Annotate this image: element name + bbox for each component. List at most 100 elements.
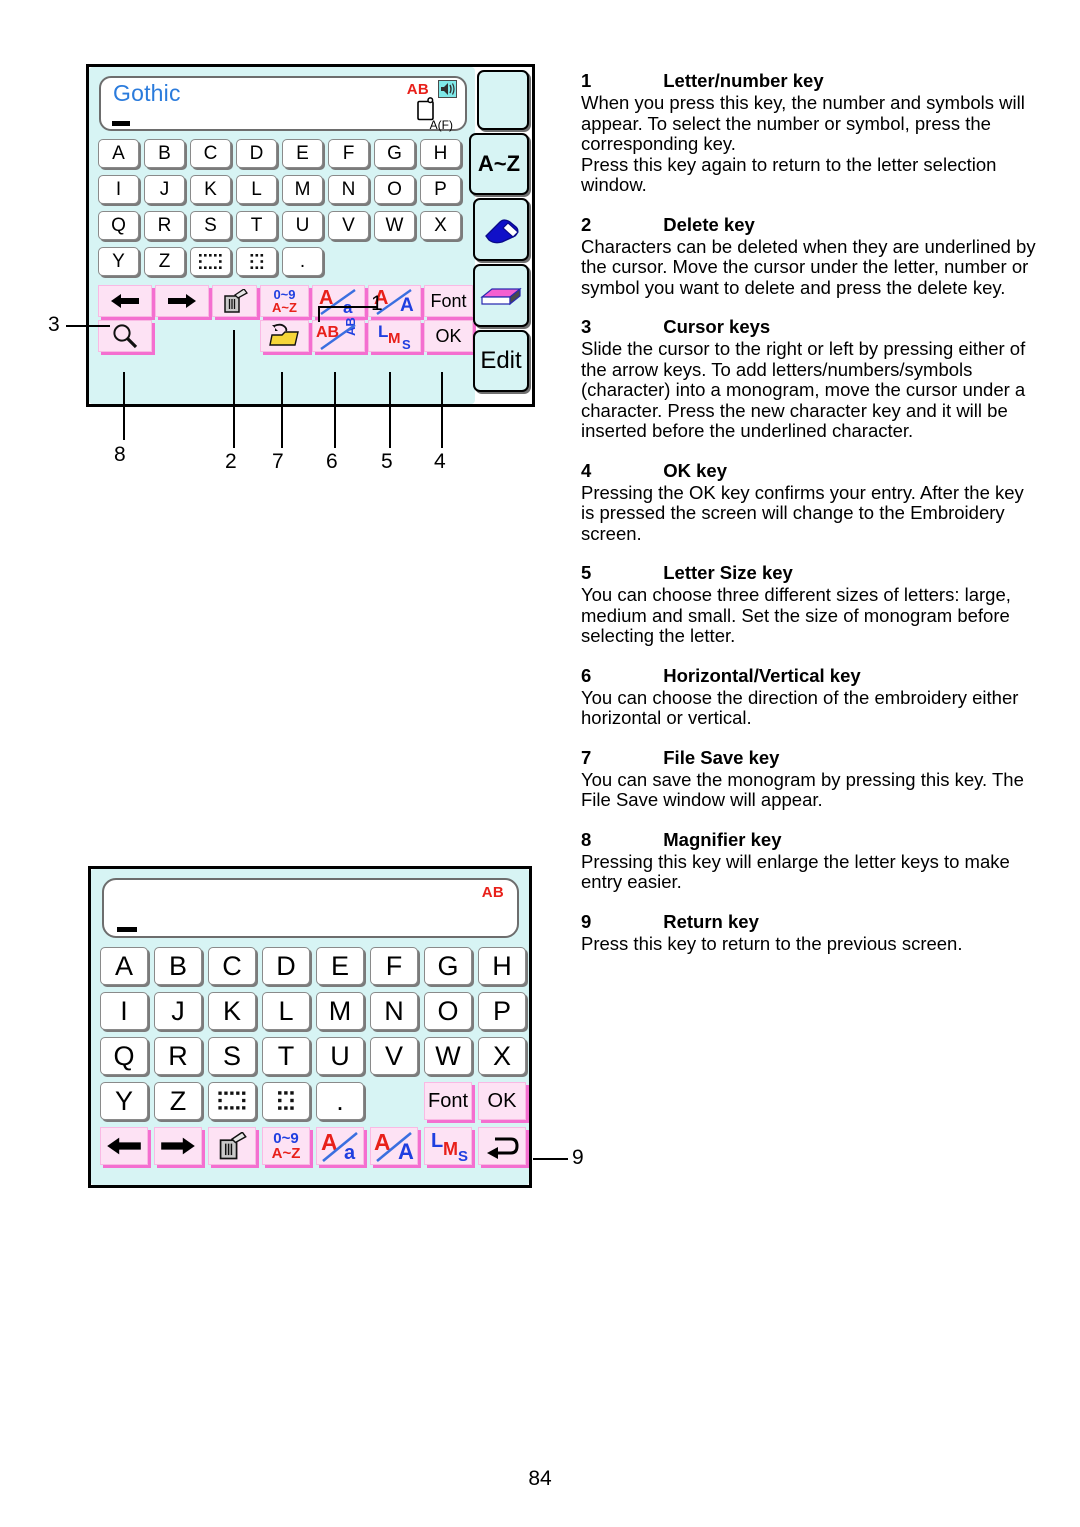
letter-key-G[interactable]: G <box>374 139 415 168</box>
size-medium-label: M <box>388 330 401 347</box>
letter-key-W[interactable]: W <box>374 211 415 240</box>
letter-key-Y[interactable]: Y <box>100 1082 148 1120</box>
letter-key-V[interactable]: V <box>370 1037 418 1075</box>
period-key[interactable]: . <box>316 1082 364 1120</box>
letter-key-A[interactable]: A <box>98 139 139 168</box>
letter-key-A[interactable]: A <box>100 947 148 985</box>
letter-key-H[interactable]: H <box>478 947 526 985</box>
letter-size-key[interactable]: L M S <box>424 1127 472 1165</box>
letter-number-key[interactable]: 0~9 A~Z <box>260 285 309 317</box>
tab-blank[interactable] <box>477 70 529 130</box>
letter-key-S[interactable]: S <box>190 211 231 240</box>
letter-key-U[interactable]: U <box>316 1037 364 1075</box>
space-wide-key[interactable] <box>190 247 231 276</box>
letter-key-B[interactable]: B <box>154 947 202 985</box>
cursor-left-key[interactable] <box>100 1127 148 1165</box>
font-key[interactable]: Font <box>424 285 473 317</box>
space-narrow-key[interactable] <box>236 247 277 276</box>
description-item-4: 4 OK key Pressing the OK key confirms yo… <box>581 460 1036 545</box>
page-number: 84 <box>528 1467 552 1490</box>
letter-key-P[interactable]: P <box>420 175 461 204</box>
letter-key-Z[interactable]: Z <box>144 247 185 276</box>
space-wide-key[interactable] <box>208 1082 256 1120</box>
description-num-4: 4 <box>581 459 592 481</box>
cursor-right-key[interactable] <box>154 1127 202 1165</box>
letter-key-T[interactable]: T <box>262 1037 310 1075</box>
letter-key-K[interactable]: K <box>190 175 231 204</box>
letter-key-Q[interactable]: Q <box>98 211 139 240</box>
letter-key-O[interactable]: O <box>424 992 472 1030</box>
description-num-8: 8 <box>581 828 592 850</box>
file-save-key[interactable] <box>260 320 309 352</box>
period-key[interactable]: . <box>282 247 323 276</box>
upper-lower-case-key[interactable]: A a <box>316 1127 364 1165</box>
letter-key-Z[interactable]: Z <box>154 1082 202 1120</box>
letter-key-O[interactable]: O <box>374 175 415 204</box>
letter-key-I[interactable]: I <box>98 175 139 204</box>
letter-key-B[interactable]: B <box>144 139 185 168</box>
letter-key-T[interactable]: T <box>236 211 277 240</box>
letter-key-Y[interactable]: Y <box>98 247 139 276</box>
return-key[interactable] <box>478 1127 526 1165</box>
arrow-right-icon <box>161 1137 195 1155</box>
letter-key-X[interactable]: X <box>420 211 461 240</box>
tab-eraser-blue[interactable] <box>473 198 529 261</box>
description-title-6: 6 Horizontal/Vertical key <box>581 665 1036 687</box>
letter-key-F[interactable]: F <box>370 947 418 985</box>
size-small-label: S <box>402 337 411 352</box>
letter-key-J[interactable]: J <box>144 175 185 204</box>
letter-key-R[interactable]: R <box>154 1037 202 1075</box>
callout-line-7 <box>281 372 283 448</box>
letter-key-E[interactable]: E <box>316 947 364 985</box>
letter-key-I[interactable]: I <box>100 992 148 1030</box>
delete-key[interactable] <box>212 285 257 317</box>
description-heading-1: Letter/number key <box>663 70 824 91</box>
letter-key-V[interactable]: V <box>328 211 369 240</box>
font-key[interactable]: Font <box>424 1082 472 1120</box>
letter-key-C[interactable]: C <box>190 139 231 168</box>
letter-key-G[interactable]: G <box>424 947 472 985</box>
space-narrow-key[interactable] <box>262 1082 310 1120</box>
tab-a-to-z[interactable]: A~Z <box>469 133 529 195</box>
letter-key-W[interactable]: W <box>424 1037 472 1075</box>
letter-key-C[interactable]: C <box>208 947 256 985</box>
delete-key[interactable] <box>208 1127 256 1165</box>
ab-ab-key[interactable]: AB AB <box>312 317 365 352</box>
letter-key-M[interactable]: M <box>282 175 323 204</box>
letter-key-H[interactable]: H <box>420 139 461 168</box>
letter-number-key[interactable]: 0~9 A~Z <box>262 1127 310 1165</box>
letter-size-glyph: L M S <box>369 321 420 352</box>
callout-number-2: 2 <box>225 450 237 473</box>
letter-key-N[interactable]: N <box>370 992 418 1030</box>
arrow-left-icon <box>107 1137 141 1155</box>
letter-key-D[interactable]: D <box>262 947 310 985</box>
letter-size-key[interactable]: L M S <box>368 320 421 352</box>
lower-ab-indicator: AB <box>481 884 504 901</box>
cursor-right-key[interactable] <box>155 285 209 317</box>
ok-key[interactable]: OK <box>478 1082 526 1120</box>
description-title-4: 4 OK key <box>581 460 1036 482</box>
ok-key[interactable]: OK <box>424 320 473 352</box>
letter-key-Q[interactable]: Q <box>100 1037 148 1075</box>
letter-key-U[interactable]: U <box>282 211 323 240</box>
letter-key-X[interactable]: X <box>478 1037 526 1075</box>
letter-key-J[interactable]: J <box>154 992 202 1030</box>
letter-key-D[interactable]: D <box>236 139 277 168</box>
letter-key-E[interactable]: E <box>282 139 323 168</box>
letter-key-K[interactable]: K <box>208 992 256 1030</box>
tab-eraser-pink[interactable] <box>473 264 529 327</box>
letter-key-S[interactable]: S <box>208 1037 256 1075</box>
delete-icon <box>223 288 248 313</box>
letter-key-F[interactable]: F <box>328 139 369 168</box>
description-item-6: 6 Horizontal/Vertical key You can choose… <box>581 665 1036 729</box>
cursor-left-key[interactable] <box>98 285 152 317</box>
letter-key-R[interactable]: R <box>144 211 185 240</box>
description-body-1: When you press this key, the number and … <box>581 92 1025 195</box>
tab-edit[interactable]: Edit <box>473 330 529 392</box>
letter-key-L[interactable]: L <box>262 992 310 1030</box>
letter-key-L[interactable]: L <box>236 175 277 204</box>
letter-key-N[interactable]: N <box>328 175 369 204</box>
letter-key-M[interactable]: M <box>316 992 364 1030</box>
letter-key-P[interactable]: P <box>478 992 526 1030</box>
horizontal-vertical-key[interactable]: A A <box>370 1127 418 1165</box>
